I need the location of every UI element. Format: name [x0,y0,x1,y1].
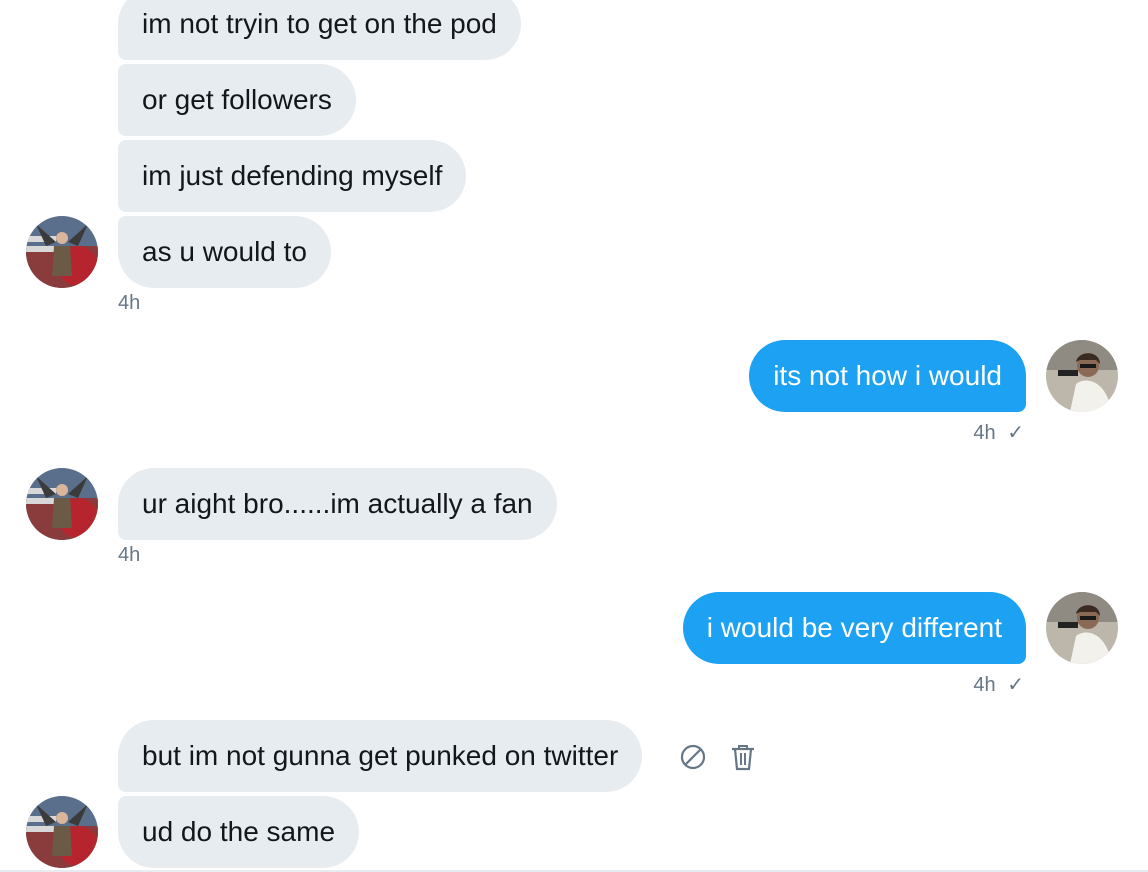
time-label: 4h [973,422,996,444]
avatar-image [1046,340,1118,412]
trash-icon[interactable] [728,742,758,772]
sender-avatar[interactable] [26,468,98,540]
message-bubble[interactable]: as u would to [118,216,331,288]
message-bubble[interactable]: or get followers [118,64,356,136]
sender-avatar[interactable] [26,216,98,288]
message-bubble[interactable]: ur aight bro......im actually a fan [118,468,557,540]
message-bubble[interactable]: ud do the same [118,796,360,868]
avatar-image [1046,592,1118,664]
message-bubble-sent[interactable]: i would be very different [682,592,1026,664]
message-bubble[interactable]: im not tryin to get on the pod [118,0,521,60]
user-avatar[interactable] [1046,592,1118,664]
avatar-image [26,216,98,288]
sender-avatar[interactable] [26,796,98,868]
message-bubble[interactable]: but im not gunna get punked on twitter [118,720,643,792]
message-bubble[interactable]: im just defending myself [118,140,467,212]
message-timestamp: 4h ✓ [973,672,1024,697]
avatar-image [26,796,98,868]
message-bubble-sent[interactable]: its not how i would [749,340,1026,412]
time-label: 4h [973,674,996,696]
user-avatar[interactable] [1046,340,1118,412]
message-timestamp: 4h ✓ [973,420,1024,445]
block-icon[interactable] [678,742,708,772]
sent-check-icon: ✓ [1007,422,1024,444]
message-timestamp: 4h [118,544,141,566]
sent-check-icon: ✓ [1007,674,1024,696]
avatar-image [26,468,98,540]
message-timestamp: 4h [118,292,141,314]
